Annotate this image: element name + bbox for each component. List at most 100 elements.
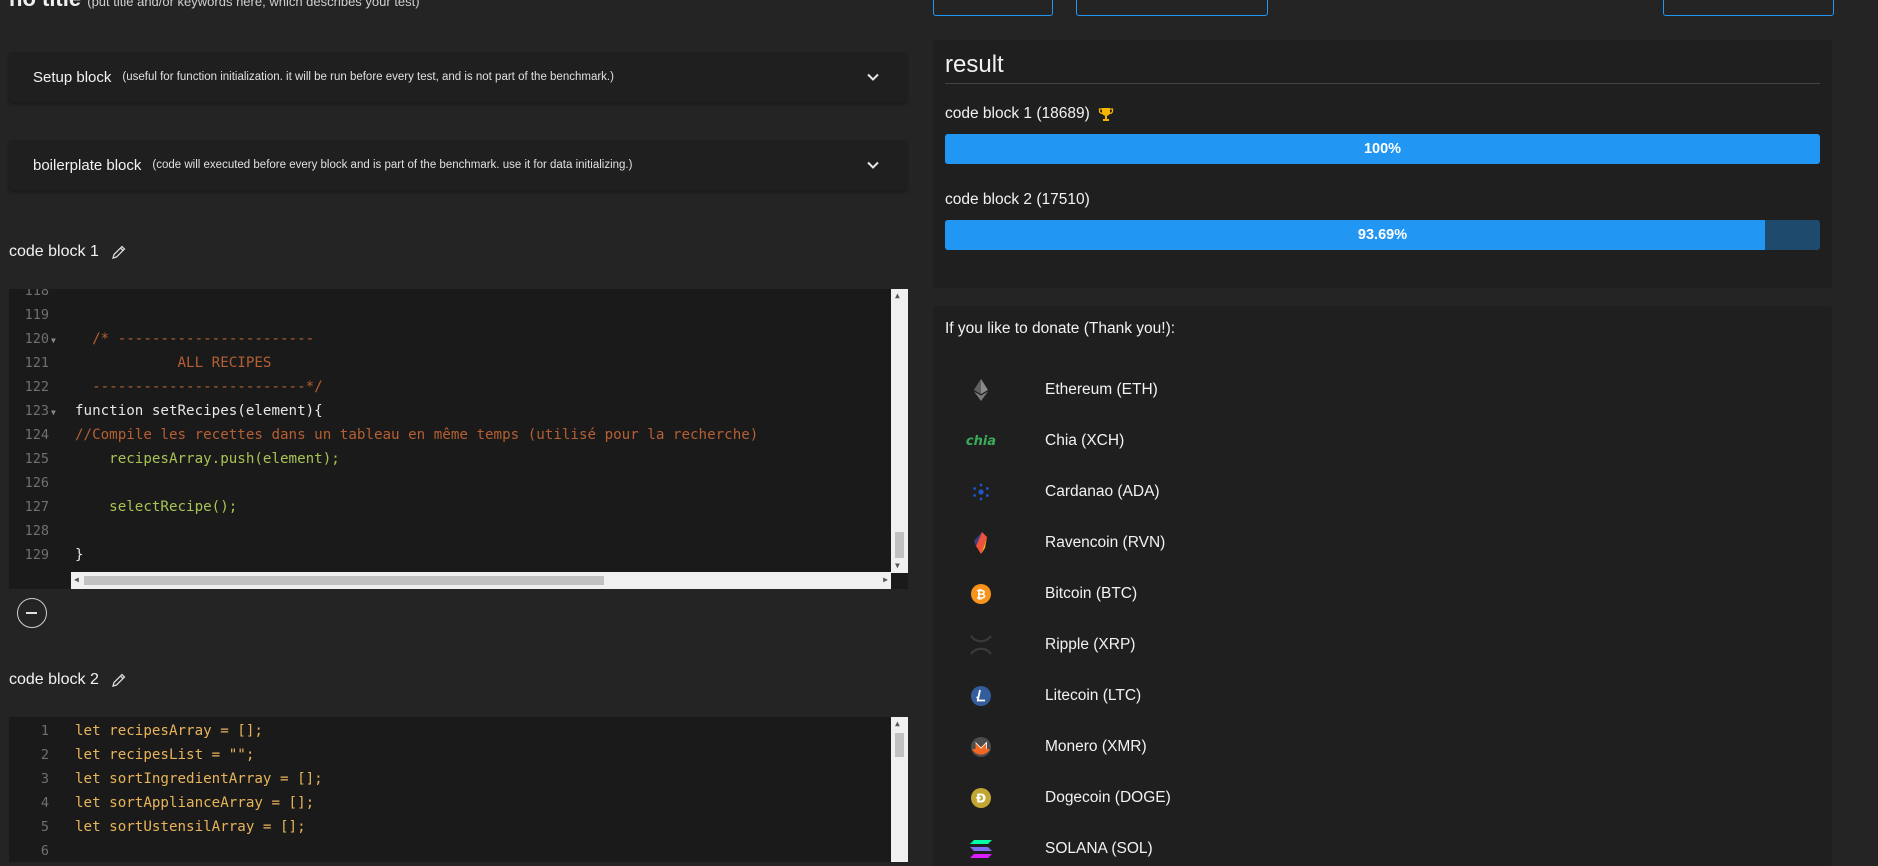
code-line: function setRecipes(element){ (75, 403, 323, 419)
line-number: 5 (40, 819, 49, 835)
coin-item[interactable]: Cardanao (ADA) (960, 477, 1160, 507)
line-number: 122 (24, 379, 49, 395)
line-number: 119 (24, 307, 49, 323)
page-title: no title (put title and/or keywords here… (9, 0, 420, 12)
dogecoin-icon: Đ (960, 783, 1002, 813)
scroll-up-arrow-icon[interactable]: ▲ (895, 291, 900, 300)
scroll-left-arrow-icon[interactable]: ◀ (74, 575, 79, 584)
boilerplate-block-description: (code will executed before every block a… (152, 159, 633, 171)
coin-name: Monero (XMR) (1045, 738, 1147, 755)
coin-name: Chia (XCH) (1045, 432, 1125, 449)
coin-name: Bitcoin (BTC) (1045, 585, 1138, 602)
boilerplate-block-title: boilerplate block (33, 156, 142, 174)
line-number: 121 (24, 355, 49, 371)
coin-name: Ethereum (ETH) (1045, 381, 1158, 398)
setup-block-accordion[interactable]: Setup block (useful for function initial… (9, 52, 907, 102)
scroll-down-arrow-icon[interactable]: ▼ (895, 561, 900, 570)
line-number: 126 (24, 475, 49, 491)
svg-text:Đ: Đ (976, 792, 986, 806)
setup-block-title: Setup block (33, 68, 112, 86)
pencil-icon[interactable] (111, 672, 127, 688)
coin-item[interactable]: SOLANA (SOL) (960, 834, 1153, 864)
code-line: let sortIngredientArray = []; (75, 771, 323, 787)
code-line: //Compile les recettes dans un tableau e… (75, 427, 759, 443)
line-number: 3 (40, 771, 49, 787)
setup-block-description: (useful for function initialization. it … (122, 71, 614, 83)
progress-percent: 93.69% (1357, 227, 1408, 243)
fold-arrow-icon[interactable]: ▼ (51, 336, 56, 345)
scrollbar-thumb[interactable] (895, 532, 904, 558)
ravencoin-icon (960, 528, 1002, 558)
line-number: 128 (24, 523, 49, 539)
vertical-scrollbar[interactable]: ▲ (891, 717, 908, 862)
result-label: code block 2 (17510) (945, 191, 1090, 209)
coin-name: Cardanao (ADA) (1045, 483, 1160, 500)
coin-item[interactable]: Ripple (XRP) (960, 630, 1135, 660)
line-number: 127 (24, 499, 49, 515)
line-number: 129 (24, 547, 49, 563)
line-number: 120 (24, 331, 49, 347)
chia-logo-text: chia (965, 433, 997, 449)
code-line: let sortUstensilArray = []; (75, 819, 306, 835)
code-line: let recipesArray = []; (75, 723, 263, 739)
line-number: 123 (24, 403, 49, 419)
fold-arrow-icon[interactable]: ▼ (51, 408, 56, 417)
remove-code-block-button[interactable] (17, 598, 47, 628)
coin-item[interactable]: Litecoin (LTC) (960, 681, 1141, 711)
donate-title: If you like to donate (Thank you!): (945, 320, 1176, 337)
generate-prod-url-button[interactable] (1076, 0, 1268, 16)
coin-name: Ravencoin (RVN) (1045, 534, 1166, 551)
code-line: let recipesList = ""; (75, 747, 255, 763)
monero-icon (960, 732, 1002, 762)
vertical-scrollbar[interactable]: ▲ ▼ (891, 289, 908, 573)
code-block-2-header: code block 2 (9, 671, 127, 689)
code-line: } (75, 547, 84, 563)
result-label-text: code block 2 (17510) (945, 191, 1090, 208)
svg-text:₿: ₿ (976, 588, 986, 602)
bitcoin-icon: ₿ (960, 579, 1002, 609)
chevron-down-icon[interactable] (865, 157, 881, 173)
coin-name: Ripple (XRP) (1045, 636, 1136, 653)
code-block-2-title: code block 2 (9, 671, 99, 688)
code-line: recipesArray.push(element); (75, 451, 340, 467)
new-benchmark-button[interactable] (1663, 0, 1834, 16)
line-number: 6 (40, 843, 49, 859)
code-line: /* ----------------------- (75, 331, 315, 347)
cardano-icon (960, 477, 1002, 507)
horizontal-scrollbar[interactable]: ◀ ▶ (71, 572, 891, 589)
boilerplate-block-accordion[interactable]: boilerplate block (code will executed be… (9, 140, 907, 190)
code-line: selectRecipe(); (75, 499, 238, 515)
coin-item[interactable]: Ethereum (ETH) (960, 375, 1158, 405)
page-title-text: no title (9, 0, 81, 11)
coin-item[interactable]: Đ Dogecoin (DOGE) (960, 783, 1171, 813)
coin-item[interactable]: Ravencoin (RVN) (960, 528, 1165, 558)
result-progress-bar: 100% (945, 134, 1820, 164)
scroll-right-arrow-icon[interactable]: ▶ (883, 575, 888, 584)
coin-name: SOLANA (SOL) (1045, 840, 1153, 857)
scroll-up-arrow-icon[interactable]: ▲ (895, 719, 900, 728)
result-card (933, 40, 1832, 288)
line-number: 118 (24, 289, 49, 299)
coin-item[interactable]: ₿ Bitcoin (BTC) (960, 579, 1137, 609)
run-tests-button[interactable] (933, 0, 1053, 16)
coin-item[interactable]: chia Chia (XCH) (960, 426, 1124, 456)
line-number: 125 (24, 451, 49, 467)
divider (945, 83, 1820, 84)
pencil-icon[interactable] (111, 244, 127, 260)
code-line: -------------------------*/ (75, 379, 323, 395)
code-line: ALL RECIPES (75, 355, 272, 371)
code-line: let sortApplianceArray = []; (75, 795, 315, 811)
code-block-1-editor[interactable]: 118 119 120 ▼ 121 122 123 ▼ 124 125 126 … (9, 289, 908, 589)
scrollbar-thumb[interactable] (84, 576, 604, 585)
coin-item[interactable]: Monero (XMR) (960, 732, 1147, 762)
chevron-down-icon[interactable] (865, 69, 881, 85)
chia-icon: chia (960, 426, 1002, 456)
result-progress-bar: 93.69% (945, 220, 1820, 250)
scrollbar-thumb[interactable] (895, 733, 904, 757)
code-block-2-editor[interactable]: 1 2 3 4 5 6 let recipesArray = []; let r… (9, 717, 908, 862)
line-number: 124 (24, 427, 49, 443)
line-number: 2 (40, 747, 49, 763)
line-number: 4 (40, 795, 49, 811)
result-label-text: code block 1 (18689) (945, 105, 1090, 122)
result-label: code block 1 (18689) (945, 105, 1114, 123)
